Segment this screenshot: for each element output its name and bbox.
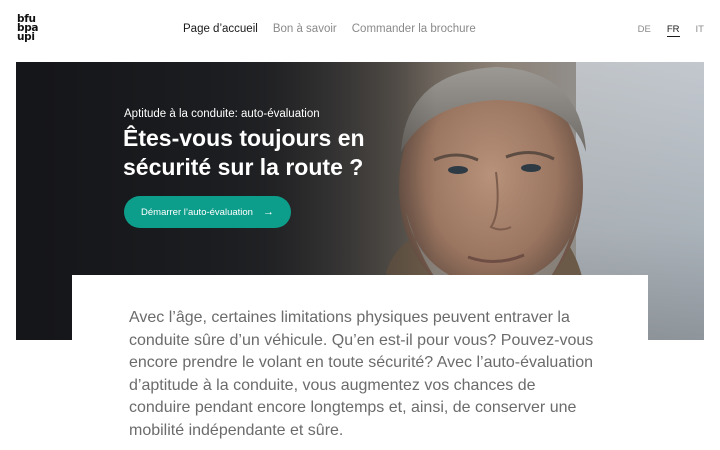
intro-card: Avec l’âge, certaines limitations physiq… <box>72 275 648 450</box>
hero-eyebrow: Aptitude à la conduite: auto-évaluation <box>124 108 320 120</box>
hero-headline: Êtes-vous toujours en sécurité sur la ro… <box>123 125 365 180</box>
lang-fr-link[interactable]: FR <box>666 24 680 37</box>
bfu-logo[interactable]: bfu bpa upi <box>17 14 51 43</box>
intro-paragraph: Avec l’âge, certaines limitations physiq… <box>129 309 594 439</box>
top-navigation-bar: bfu bpa upi Page d’accueil Bon à savoir … <box>0 0 720 62</box>
cta-label: Démarrer l’auto-évaluation <box>141 206 253 218</box>
nav-link-home[interactable]: Page d’accueil <box>183 23 258 35</box>
logo-line-upi: upi <box>17 31 35 43</box>
nav-link-good-to-know[interactable]: Bon à savoir <box>273 23 337 35</box>
arrow-right-icon: → <box>262 206 274 218</box>
language-switcher: DE FR IT <box>638 24 704 37</box>
lang-de-link[interactable]: DE <box>638 24 651 37</box>
nav-link-order-brochure[interactable]: Commander la brochure <box>352 23 476 35</box>
start-self-assessment-button[interactable]: Démarrer l’auto-évaluation → <box>124 196 291 228</box>
main-nav: Page d’accueil Bon à savoir Commander la… <box>183 23 476 35</box>
lang-it-link[interactable]: IT <box>696 24 704 37</box>
